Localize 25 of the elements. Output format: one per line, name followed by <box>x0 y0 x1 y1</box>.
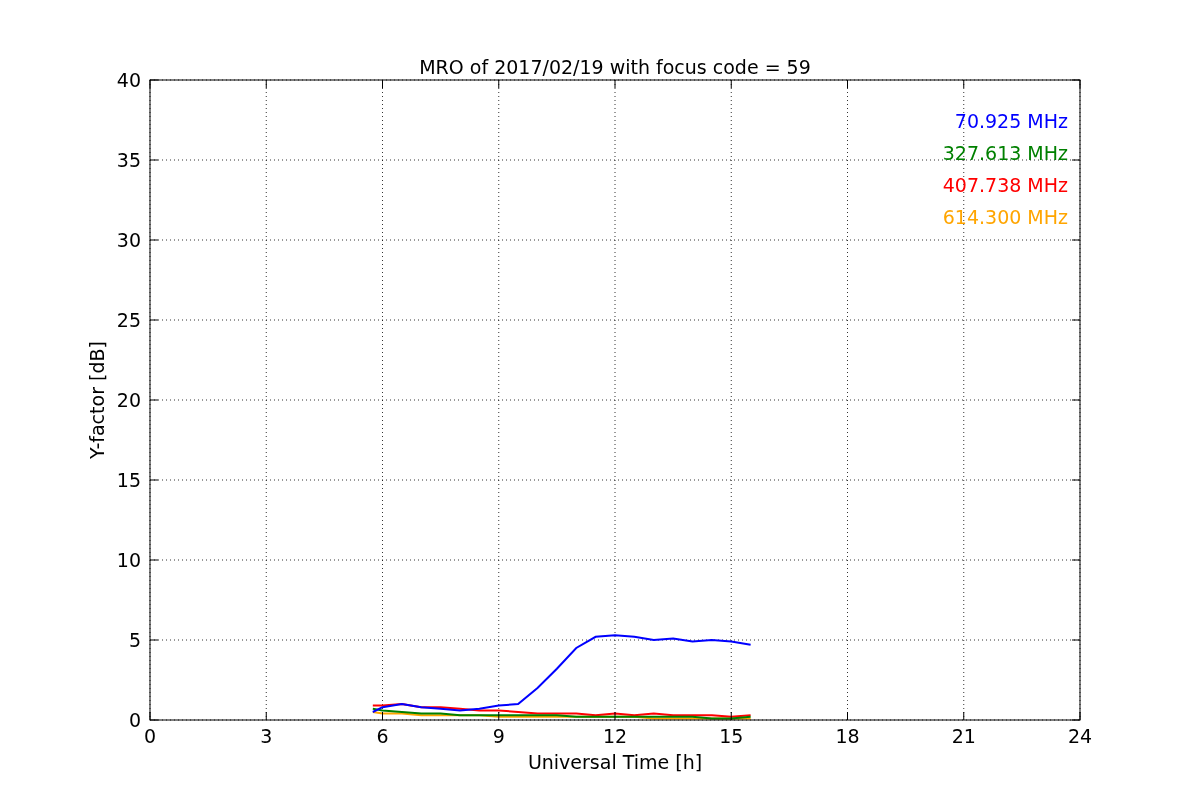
legend-label: 407.738 MHz <box>942 174 1068 196</box>
x-tick-label: 21 <box>951 725 976 747</box>
y-tick-label: 30 <box>116 229 141 251</box>
x-tick-label: 0 <box>143 725 157 747</box>
y-axis-label: Y-factor [dB] <box>86 341 108 459</box>
legend-label: 327.613 MHz <box>942 142 1068 164</box>
y-tick-label: 25 <box>116 309 141 331</box>
chart-title: MRO of 2017/02/19 with focus code = 59 <box>419 56 811 78</box>
y-tick-label: 0 <box>128 709 141 731</box>
legend-label: 70.925 MHz <box>954 110 1068 132</box>
legend-label: 614.300 MHz <box>942 206 1068 228</box>
x-tick-label: 9 <box>492 725 505 747</box>
y-tick-label: 20 <box>116 389 141 411</box>
x-tick-label: 15 <box>719 725 744 747</box>
y-tick-label: 5 <box>128 629 141 651</box>
x-tick-label: 24 <box>1067 725 1093 747</box>
y-tick-label: 10 <box>116 549 141 571</box>
x-tick-label: 3 <box>260 725 273 747</box>
x-tick-label: 18 <box>835 725 860 747</box>
x-tick-label: 6 <box>376 725 389 747</box>
x-tick-label: 12 <box>602 725 628 747</box>
y-tick-label: 40 <box>116 69 141 91</box>
x-axis-label: Universal Time [h] <box>527 751 703 773</box>
y-tick-label: 15 <box>116 469 141 491</box>
y-tick-label: 35 <box>116 149 141 171</box>
